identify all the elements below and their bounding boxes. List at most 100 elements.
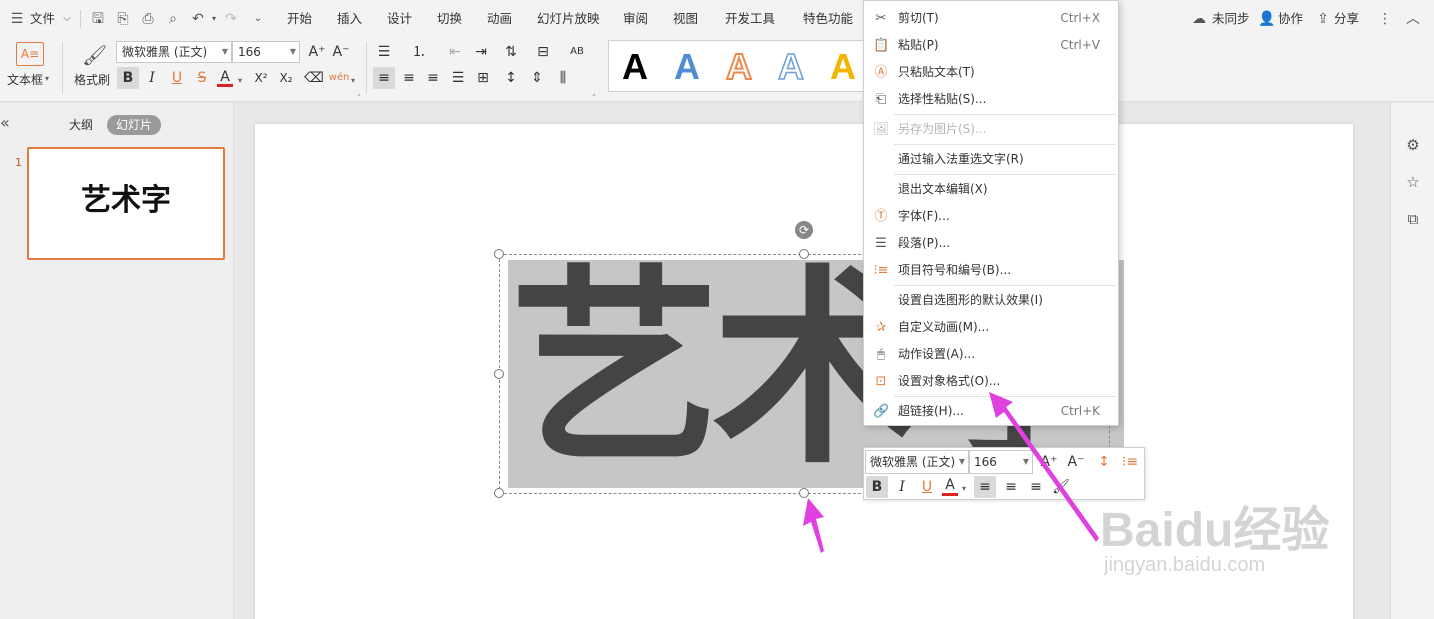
tab-review[interactable]: 审阅 — [623, 0, 648, 38]
menu-item-custom-animation[interactable]: ✰ 自定义动画(M)... — [864, 314, 1118, 341]
tab-transitions[interactable]: 切换 — [437, 0, 462, 38]
menu-item-bullets-numbering[interactable]: ⁝≡ 项目符号和编号(B)... — [864, 257, 1118, 284]
tab-home[interactable]: 开始 — [287, 0, 312, 38]
redo-icon[interactable]: ↷ — [222, 10, 240, 28]
subscript-icon[interactable]: X₂ — [275, 67, 297, 89]
slide-switch-icon[interactable]: ⧉ — [1401, 207, 1425, 231]
menu-item-paste-text-only[interactable]: Ⓐ 只粘贴文本(T) — [864, 59, 1118, 86]
textbox-icon[interactable]: A≡ — [16, 42, 44, 66]
collapse-panel-icon[interactable]: « — [0, 113, 10, 132]
undo-dropdown-icon[interactable]: ▾ — [205, 10, 223, 28]
textbox-button[interactable]: 文本框 — [7, 71, 43, 88]
phonetic-guide-icon[interactable]: wén — [328, 67, 350, 89]
align-right-icon[interactable]: ≡ — [1025, 476, 1047, 498]
font-color-icon[interactable]: A — [942, 476, 958, 496]
collaborate-icon[interactable]: 👤 — [1258, 10, 1276, 28]
file-menu[interactable]: 文件 — [30, 0, 55, 38]
menu-item-paste[interactable]: 📋 粘贴(P) Ctrl+V — [864, 32, 1118, 59]
clear-format-icon[interactable]: ⌫ — [303, 67, 325, 89]
sync-status[interactable]: 未同步 — [1212, 0, 1250, 38]
bullets-icon[interactable]: ☰ — [373, 41, 395, 63]
tab-outline[interactable]: 大纲 — [60, 115, 102, 135]
save-icon[interactable]: 🖫 — [89, 10, 107, 28]
font-color-dropdown-icon[interactable]: ▾ — [962, 484, 966, 493]
tab-design[interactable]: 设计 — [387, 0, 412, 38]
resize-handle-top[interactable] — [799, 249, 809, 259]
mini-font-name-select[interactable]: 微软雅黑 (正文) ▼ — [865, 450, 969, 474]
text-direction-icon[interactable]: ⇅ — [500, 41, 522, 63]
share-button[interactable]: 分享 — [1334, 0, 1359, 38]
font-name-select[interactable]: 微软雅黑 (正文) ▼ — [116, 41, 232, 63]
textbox-dropdown-icon[interactable]: ▾ — [45, 74, 49, 83]
tab-slideshow[interactable]: 幻灯片放映 — [537, 0, 600, 38]
decrease-indent-icon[interactable]: ⇤ — [444, 41, 466, 63]
resize-handle-bottom[interactable] — [799, 488, 809, 498]
superscript-icon[interactable]: X² — [250, 67, 272, 89]
menu-item-cut[interactable]: ✂ 剪切(T) Ctrl+X — [864, 5, 1118, 32]
print-preview-icon[interactable]: ⌕ — [164, 10, 182, 28]
increase-font-icon[interactable]: A⁺ — [306, 41, 328, 63]
tab-developer[interactable]: 开发工具 — [725, 0, 775, 38]
tab-animations[interactable]: 动画 — [487, 0, 512, 38]
resize-handle-left[interactable] — [494, 369, 504, 379]
line-spacing-icon[interactable]: ↕ — [500, 67, 522, 89]
font-color-icon[interactable]: A — [217, 67, 233, 87]
underline-icon[interactable]: U — [166, 67, 188, 89]
wordart-style-blue-outline[interactable]: A — [771, 46, 811, 88]
tab-features[interactable]: 特色功能 — [803, 0, 853, 38]
menu-item-paste-special[interactable]: ⎗ 选择性粘贴(S)... — [864, 86, 1118, 113]
resize-handle-bottom-left[interactable] — [494, 488, 504, 498]
print-icon[interactable]: ⎙ — [139, 10, 157, 28]
bold-icon[interactable]: B — [117, 67, 139, 89]
align-center-icon[interactable]: ≡ — [1000, 476, 1022, 498]
cloud-sync-icon[interactable]: ☁ — [1190, 10, 1208, 28]
vertical-scrollbar[interactable] — [1377, 103, 1390, 619]
rotate-handle-icon[interactable]: ⟳ — [795, 221, 813, 239]
resize-handle-top-left[interactable] — [494, 249, 504, 259]
hamburger-menu-icon[interactable]: ☰ — [8, 10, 26, 28]
wordart-style-blue[interactable]: A — [667, 47, 707, 87]
numbering-icon[interactable]: ⒈ — [408, 41, 430, 63]
menu-item-paragraph[interactable]: ☰ 段落(P)... — [864, 230, 1118, 257]
collaborate-button[interactable]: 协作 — [1278, 0, 1303, 38]
paragraph-spacing-icon[interactable]: ⇕ — [526, 67, 548, 89]
align-left-icon[interactable]: ≡ — [373, 67, 395, 89]
line-spacing-icon[interactable]: ↕ — [1093, 451, 1115, 473]
wordart-style-gold[interactable]: A — [823, 47, 863, 87]
mini-font-size-select[interactable]: 166 ▼ — [969, 450, 1033, 474]
italic-icon[interactable]: I — [891, 476, 913, 498]
menu-item-action-settings[interactable]: 🖱 动作设置(A)... — [864, 341, 1118, 368]
menu-item-set-default-shape[interactable]: 设置自选图形的默认效果(I) — [864, 287, 1118, 314]
format-painter-button[interactable]: 格式刷 — [74, 71, 110, 88]
italic-icon[interactable]: I — [141, 67, 163, 89]
menu-item-exit-text-edit[interactable]: 退出文本编辑(X) — [864, 176, 1118, 203]
animation-pane-icon[interactable]: ☆ — [1401, 170, 1425, 194]
align-right-icon[interactable]: ≡ — [422, 67, 444, 89]
menu-item-reselect-via-ime[interactable]: 通过输入法重选文字(R) — [864, 146, 1118, 173]
numbering-icon[interactable]: ⁝≡ — [1119, 451, 1141, 473]
align-center-icon[interactable]: ≡ — [398, 67, 420, 89]
menu-item-font[interactable]: Ⓣ 字体(F)... — [864, 203, 1118, 230]
properties-icon[interactable]: ⚙ — [1401, 133, 1425, 157]
decrease-font-icon[interactable]: A⁻ — [1065, 451, 1087, 473]
font-dialog-launcher-icon[interactable]: ⌟ — [357, 88, 361, 97]
underline-icon[interactable]: U — [916, 476, 938, 498]
wordart-style-black[interactable]: A — [615, 47, 655, 87]
tab-insert[interactable]: 插入 — [337, 0, 362, 38]
font-color-dropdown-icon[interactable]: ▾ — [238, 76, 242, 85]
customize-quick-access-icon[interactable]: ⌄ — [249, 10, 267, 28]
slide-thumbnail[interactable]: 艺术字 — [27, 147, 225, 260]
chevron-down-icon[interactable]: ⌵ — [58, 10, 76, 28]
menu-item-hyperlink[interactable]: 🔗 超链接(H)... Ctrl+K — [864, 398, 1118, 425]
share-icon[interactable]: ⇪ — [1314, 10, 1332, 28]
columns-icon[interactable]: ⫼ — [552, 67, 574, 89]
strikethrough-icon[interactable]: S — [191, 67, 213, 89]
increase-indent-icon[interactable]: ⇥ — [470, 41, 492, 63]
format-painter-icon[interactable]: 🖌 — [1050, 476, 1072, 498]
convert-to-smartart-icon[interactable]: AB — [565, 41, 589, 63]
menu-item-format-object[interactable]: ⊡ 设置对象格式(O)... — [864, 368, 1118, 395]
bold-icon[interactable]: B — [866, 476, 888, 498]
phonetic-dropdown-icon[interactable]: ▾ — [351, 76, 355, 85]
increase-font-icon[interactable]: A⁺ — [1038, 451, 1060, 473]
justify-icon[interactable]: ☰ — [447, 67, 469, 89]
